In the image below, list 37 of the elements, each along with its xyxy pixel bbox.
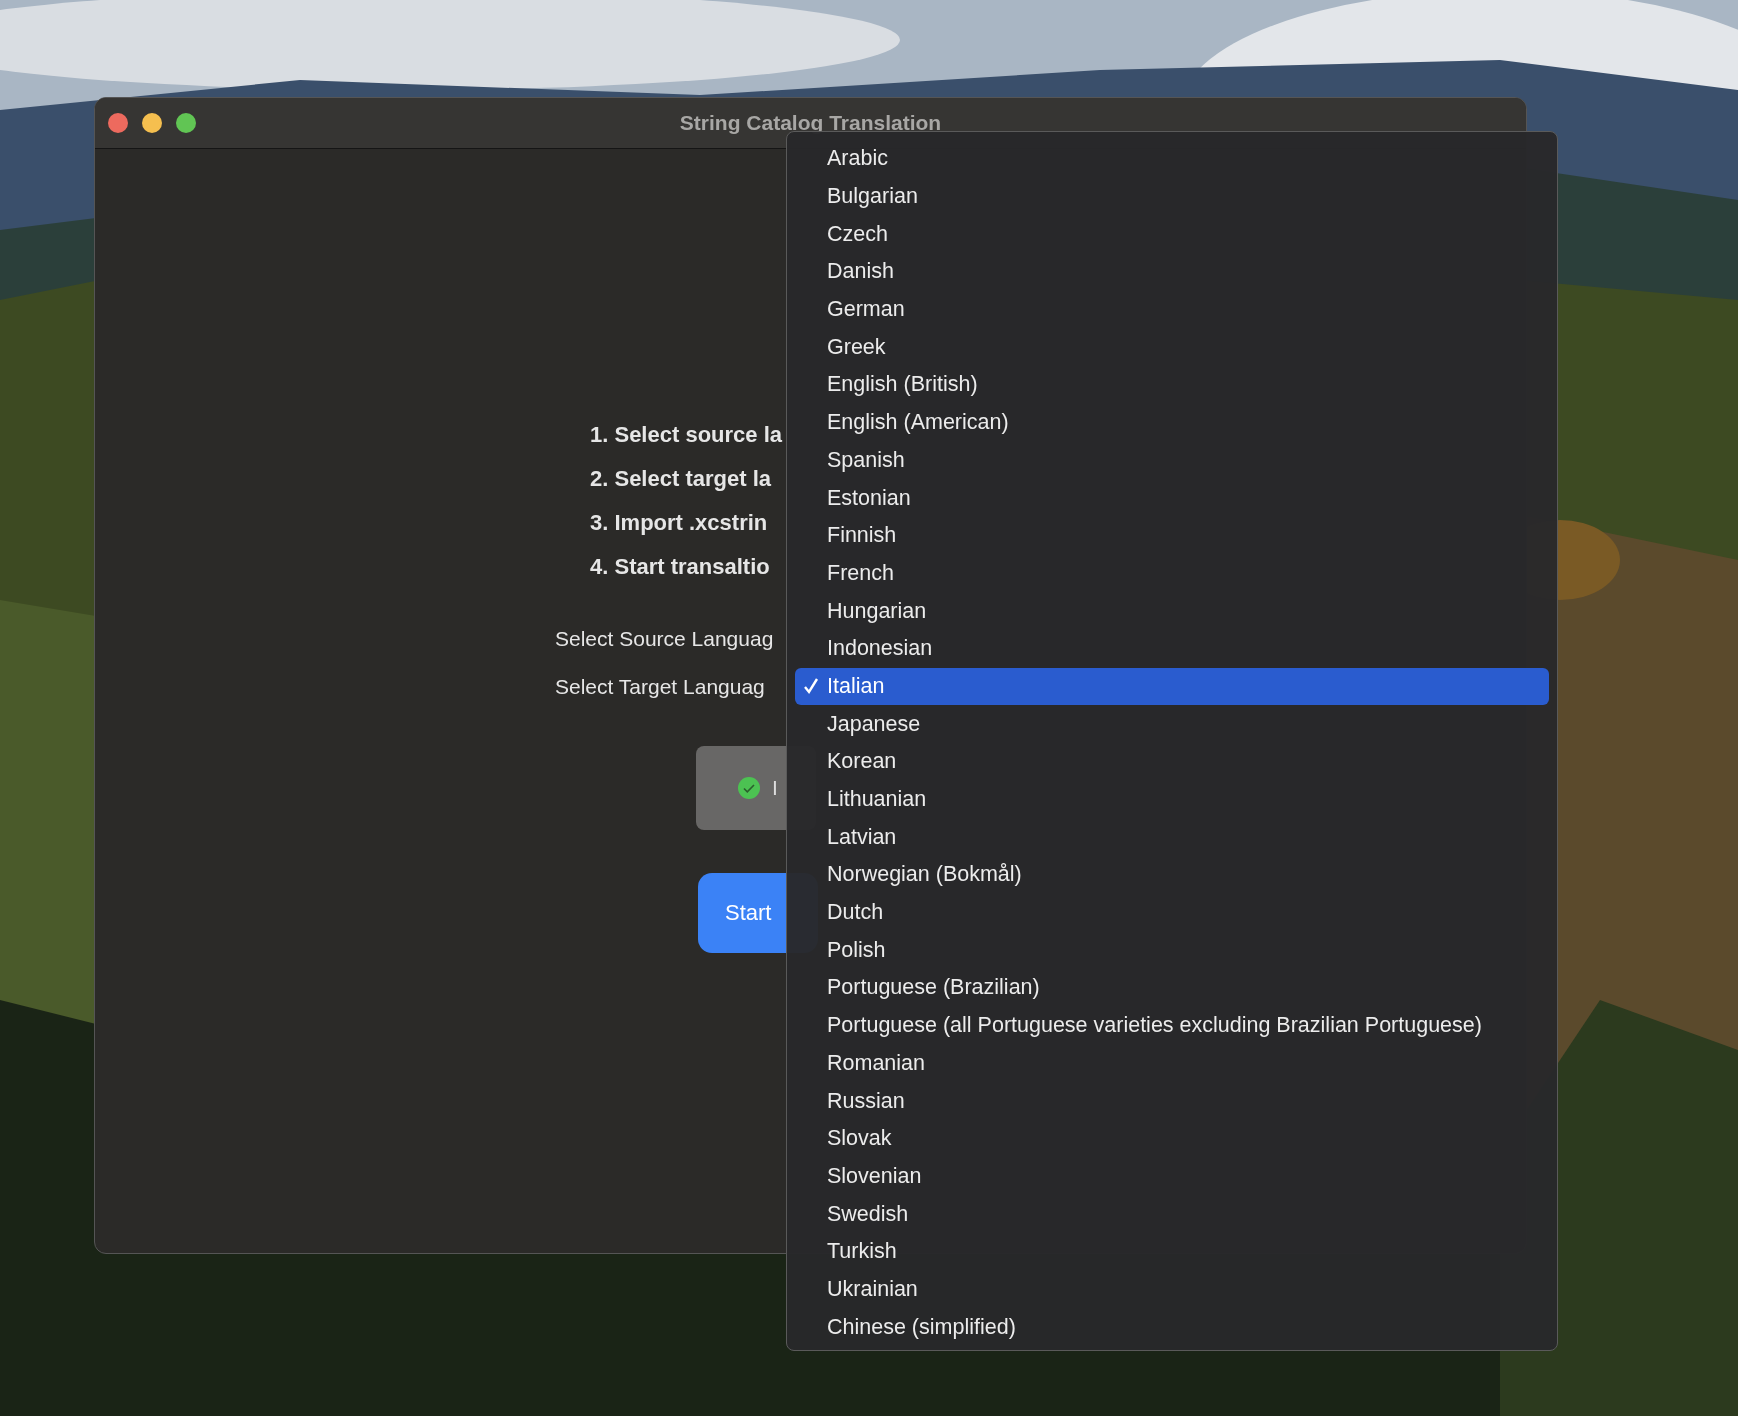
menu-item[interactable]: Russian (795, 1082, 1549, 1120)
zoom-icon[interactable] (176, 113, 196, 133)
menu-item[interactable]: Arabic (795, 140, 1549, 178)
menu-item[interactable]: Japanese (795, 705, 1549, 743)
field-label: Select Source Languag (555, 626, 774, 651)
menu-item[interactable]: Czech (795, 215, 1549, 254)
menu-item[interactable]: Indonesian (795, 629, 1549, 668)
menu-item[interactable]: Bulgarian (795, 177, 1549, 216)
menu-item[interactable]: English (American) (795, 403, 1549, 442)
menu-item[interactable]: Swedish (795, 1195, 1549, 1233)
checkmark-icon (803, 677, 819, 696)
menu-item[interactable]: Portuguese (all Portuguese varieties excluding Brazilian Portuguese) (795, 1006, 1549, 1045)
menu-item[interactable]: French (795, 554, 1549, 593)
menu-item[interactable]: German (795, 290, 1549, 329)
menu-item[interactable]: Slovak (795, 1119, 1549, 1158)
window-title: String Catalog Translation (679, 111, 942, 135)
close-icon[interactable] (108, 113, 128, 133)
instruction-text: 1. Select source la (590, 422, 782, 447)
menu-item[interactable]: Greek (795, 328, 1549, 367)
menu-item[interactable]: Finnish (795, 516, 1549, 555)
menu-item[interactable]: Romanian (795, 1044, 1549, 1083)
menu-item[interactable]: Slovenian (795, 1157, 1549, 1196)
menu-item[interactable]: Turkish (795, 1232, 1549, 1271)
menu-item[interactable]: Portuguese (Brazilian) (795, 969, 1549, 1007)
menu-item[interactable]: Chinese (simplified) (795, 1308, 1549, 1346)
menu-item[interactable]: Estonian (795, 479, 1549, 517)
menu-item[interactable]: Danish (795, 253, 1549, 291)
menu-item[interactable]: Ukrainian (795, 1270, 1549, 1309)
instruction-text: 3. Import .xcstrin (590, 510, 769, 535)
menu-item[interactable]: Hungarian (795, 592, 1549, 630)
menu-item[interactable]: Italian (795, 667, 1549, 706)
instruction-text: 4. Start transaltio (590, 554, 771, 579)
instruction-text: 2. Select target la (590, 466, 772, 491)
menu-item[interactable]: Spanish (795, 441, 1549, 480)
menu-item[interactable]: English (British) (795, 366, 1549, 404)
minimize-icon[interactable] (142, 113, 162, 133)
field-label: Select Target Languag (555, 674, 766, 699)
